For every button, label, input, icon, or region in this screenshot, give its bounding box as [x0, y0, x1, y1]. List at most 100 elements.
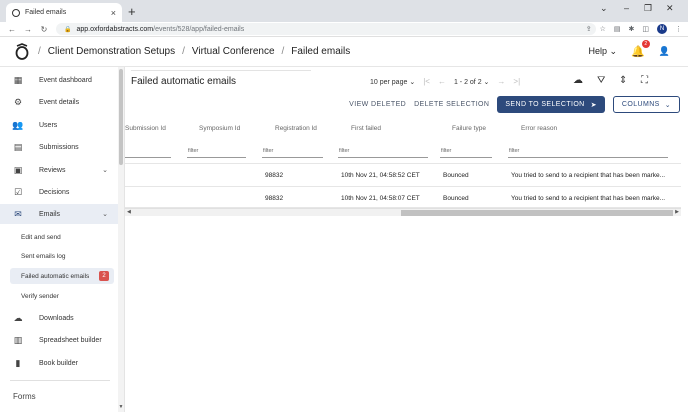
cell-error-reason: You tried to send to a recipient that ha…: [511, 172, 666, 179]
filter-submission-id[interactable]: [125, 144, 171, 158]
filter-first-failed[interactable]: filter: [338, 144, 428, 158]
new-tab-button[interactable]: +: [128, 4, 136, 19]
chevron-down-icon: ⌄: [409, 78, 416, 86]
sidebar-subitem-failed-automatic-emails[interactable]: Failed automatic emails 2: [10, 268, 114, 284]
cell-failure-type: Bounced: [443, 195, 469, 202]
browser-toolbar-icons: ⇪ ☆ ▤ ✱ ◫ N ⋮: [586, 24, 682, 34]
table-horizontal-scrollbar[interactable]: ◀ ▶: [125, 208, 681, 216]
sidebar-item-reviews[interactable]: ▣ Reviews ⌄: [0, 160, 118, 180]
table-row[interactable]: 98832 10th Nov 21, 04:58:07 CET Bounced …: [125, 186, 681, 208]
help-menu-button[interactable]: Help ⌄: [589, 46, 618, 57]
main-content: Failed automatic emails 10 per page ⌄ |<…: [125, 67, 688, 412]
sidebar-subitem-sent-emails-log[interactable]: Sent emails log: [10, 248, 114, 264]
table-scrollbar-thumb[interactable]: [401, 210, 673, 216]
extension-icon[interactable]: ▤: [614, 25, 621, 33]
columns-button[interactable]: COLUMNS ⌄: [612, 96, 680, 113]
sidebar-item-submissions[interactable]: ▤ Submissions: [0, 137, 118, 157]
sidebar-subitem-verify-sender[interactable]: Verify sender: [10, 288, 114, 304]
sort-icon[interactable]: ⇕: [619, 75, 627, 86]
sidebar-item-label: Reviews: [39, 166, 66, 174]
minimize-button[interactable]: –: [624, 3, 629, 13]
breadcrumb-event-group[interactable]: Client Demonstration Setups: [48, 46, 175, 57]
title-divider: [131, 70, 311, 71]
share-icon[interactable]: ⇪: [586, 25, 592, 33]
sidebar-subitem-edit-and-send[interactable]: Edit and send: [10, 229, 114, 245]
breadcrumb-separator: /: [281, 46, 285, 57]
column-header-submission-id[interactable]: Submission Id: [125, 125, 166, 132]
star-icon[interactable]: ☆: [600, 25, 606, 33]
breadcrumb-current-page: Failed emails: [291, 46, 351, 57]
sidebar-item-label: Decisions: [39, 188, 70, 196]
last-page-icon[interactable]: >|: [513, 77, 520, 86]
sidebar-scrollbar-thumb[interactable]: [119, 69, 123, 165]
sidebar-item-event-details[interactable]: ⚙ Event details: [0, 92, 118, 112]
column-header-symposium-id[interactable]: Symposium Id: [199, 125, 240, 132]
profile-avatar[interactable]: N: [657, 24, 667, 34]
fullscreen-icon[interactable]: ⛶: [641, 75, 648, 86]
cell-failure-type: Bounced: [443, 172, 469, 179]
filter-registration-id[interactable]: filter: [262, 144, 323, 158]
chevron-down-icon: ⌄: [664, 101, 671, 109]
tab-close-icon[interactable]: ×: [111, 8, 116, 18]
scroll-right-arrow-icon[interactable]: ▶: [675, 209, 679, 215]
first-page-icon[interactable]: |<: [423, 77, 430, 86]
delete-selection-button[interactable]: DELETE SELECTION: [414, 101, 489, 108]
sidebar-item-label: Users: [39, 121, 58, 129]
clipboard-icon: ▣: [13, 164, 23, 175]
scroll-left-arrow-icon[interactable]: ◀: [127, 209, 131, 215]
sidebar-scrollbar[interactable]: ▼: [118, 67, 124, 412]
breadcrumb-event[interactable]: Virtual Conference: [192, 46, 275, 57]
sidebar-item-spreadsheet-builder[interactable]: ▥ Spreadsheet builder: [0, 330, 118, 350]
scroll-down-arrow-icon[interactable]: ▼: [118, 404, 124, 410]
sidebar-subitem-label: Verify sender: [21, 292, 59, 300]
breadcrumb-separator: /: [38, 46, 41, 57]
cloud-download-icon[interactable]: ☁: [573, 75, 583, 86]
page-range-select[interactable]: 1 - 2 of 2 ⌄: [454, 78, 489, 86]
column-header-error-reason[interactable]: Error reason: [521, 125, 557, 132]
cloud-download-icon: ☁: [13, 312, 23, 323]
book-icon: ▮: [15, 357, 21, 368]
sidebar-item-decisions[interactable]: ☑ Decisions: [0, 182, 118, 202]
view-deleted-button[interactable]: VIEW DELETED: [349, 101, 406, 108]
url-field[interactable]: 🔒 app.oxfordabstracts.com/events/528/app…: [56, 23, 596, 35]
tab-search-icon[interactable]: ⌄: [600, 3, 608, 14]
cell-registration-id: 98832: [265, 172, 284, 179]
back-icon[interactable]: ←: [4, 25, 20, 34]
oxford-abstracts-logo-icon[interactable]: [15, 43, 29, 60]
table-row[interactable]: 98832 10th Nov 21, 04:58:52 CET Bounced …: [125, 163, 681, 185]
account-icon[interactable]: 👤: [659, 46, 670, 57]
puzzle-icon[interactable]: ✱: [629, 25, 635, 33]
address-bar-row: ← → ↻ 🔒 app.oxfordabstracts.com/events/5…: [0, 22, 688, 37]
prev-page-icon[interactable]: ←: [438, 77, 446, 86]
sidebar-item-label: Event details: [39, 98, 80, 106]
forward-icon[interactable]: →: [20, 25, 36, 34]
users-icon: 👥: [12, 119, 24, 130]
sidebar-item-users[interactable]: 👥 Users: [0, 115, 118, 135]
per-page-value: 10 per page: [370, 78, 408, 86]
next-page-icon[interactable]: →: [497, 77, 505, 86]
filter-failure-type[interactable]: filter: [440, 144, 492, 158]
sidebar-divider: [10, 380, 110, 381]
browser-tab[interactable]: Failed emails ×: [6, 3, 122, 22]
menu-icon[interactable]: ⋮: [675, 25, 682, 33]
filter-symposium-id[interactable]: filter: [187, 144, 246, 158]
sidepanel-icon[interactable]: ◫: [642, 25, 649, 33]
sidebar-item-emails[interactable]: ✉ Emails ⌄: [0, 204, 118, 224]
column-header-failure-type[interactable]: Failure type: [452, 125, 486, 132]
notifications-button[interactable]: 🔔 2: [631, 40, 650, 58]
filter-off-icon[interactable]: ⛛: [597, 75, 605, 86]
column-header-registration-id[interactable]: Registration Id: [275, 125, 317, 132]
reload-icon[interactable]: ↻: [36, 25, 52, 34]
close-window-button[interactable]: ✕: [666, 3, 674, 14]
page-title: Failed automatic emails: [131, 76, 237, 87]
per-page-select[interactable]: 10 per page ⌄: [370, 78, 415, 86]
filter-error-reason[interactable]: filter: [508, 144, 668, 158]
column-header-first-failed[interactable]: First failed: [351, 125, 381, 132]
lock-icon: 🔒: [64, 26, 72, 33]
sidebar-item-label: Downloads: [39, 314, 74, 322]
restore-button[interactable]: ❐: [644, 3, 652, 14]
sidebar-item-event-dashboard[interactable]: ▦ Event dashboard: [0, 70, 118, 90]
sidebar-item-book-builder[interactable]: ▮ Book builder: [0, 353, 118, 373]
sidebar-item-downloads[interactable]: ☁ Downloads: [0, 308, 118, 328]
send-to-selection-button[interactable]: SEND TO SELECTION ➤: [497, 96, 605, 113]
